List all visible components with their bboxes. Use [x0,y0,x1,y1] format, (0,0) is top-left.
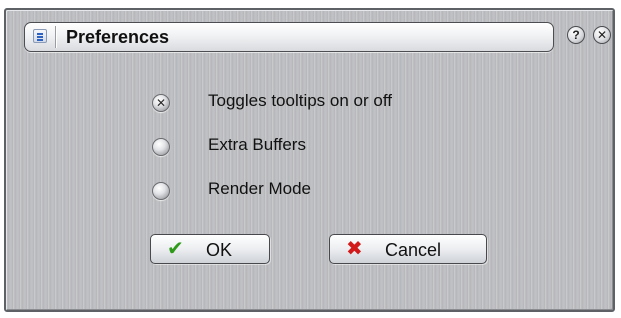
cancel-button-label: Cancel [385,240,442,260]
option-render-mode[interactable]: Render Mode [152,179,472,226]
option-label-render-mode: Render Mode [208,179,312,198]
option-tooltips[interactable]: ✕ Toggles tooltips on or off [152,91,472,138]
title-divider [55,26,56,48]
question-circle-icon: ? [572,28,580,42]
option-label-tooltips: Toggles tooltips on or off [208,91,392,110]
checkmark-icon: ✔ [167,238,184,260]
x-icon: ✖ [346,238,363,260]
cancel-button[interactable]: ✖ Cancel [329,234,487,264]
preferences-dialog: Preferences ? ✕ ✕ Toggles tooltips on or… [4,8,615,312]
ok-button-label: OK [206,240,233,260]
radio-tooltips[interactable]: ✕ [152,94,170,112]
radio-extra-buffers[interactable] [152,138,170,156]
radio-render-mode[interactable] [152,182,170,200]
close-circle-icon: ✕ [596,28,608,42]
radio-selected-mark-icon: ✕ [155,96,167,110]
option-extra-buffers[interactable]: Extra Buffers [152,135,472,182]
close-button[interactable]: ✕ [593,26,611,44]
title-bar[interactable]: Preferences [24,22,554,52]
window-title: Preferences [66,27,170,47]
help-button[interactable]: ? [567,26,585,44]
option-label-extra-buffers: Extra Buffers [208,135,306,154]
ok-button[interactable]: ✔ OK [150,234,270,264]
options-group: ✕ Toggles tooltips on or off Extra Buffe… [152,91,472,226]
window-menu-icon[interactable] [33,29,47,43]
